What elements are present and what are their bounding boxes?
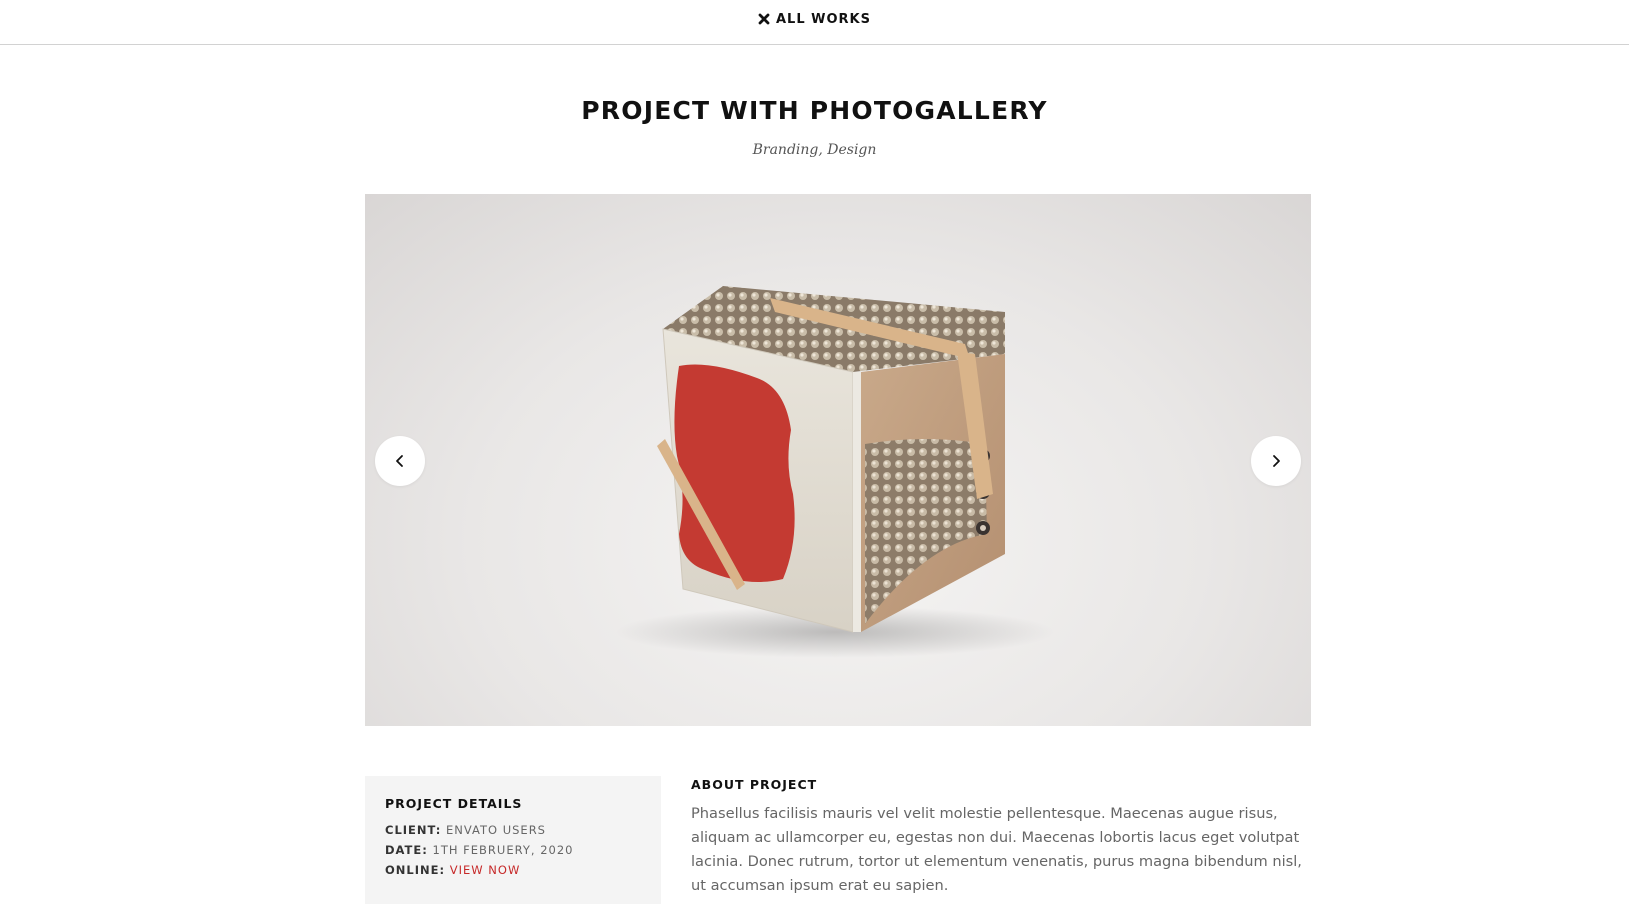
project-details-heading: PROJECT DETAILS <box>385 796 523 811</box>
gallery-next-button[interactable] <box>1251 436 1301 486</box>
top-bar: ALL WORKS <box>0 0 1629 45</box>
chevron-right-icon <box>1273 455 1280 467</box>
close-icon <box>758 13 770 25</box>
all-works-label: ALL WORKS <box>776 11 871 27</box>
detail-date: DATE: 1TH FEBRUERY, 2020 <box>385 843 641 857</box>
detail-client: CLIENT: ENVATO USERS <box>385 823 641 837</box>
photo-gallery <box>365 194 1311 726</box>
about-project-heading: ABOUT PROJECT <box>691 777 818 792</box>
about-project-text: Phasellus facilisis mauris vel velit mol… <box>691 805 1302 894</box>
date-value: 1TH FEBRUERY, 2020 <box>432 843 574 857</box>
client-key: CLIENT: <box>385 823 442 837</box>
project-categories: Branding, Design <box>752 142 877 158</box>
chevron-left-icon <box>396 455 403 467</box>
client-value: ENVATO USERS <box>446 823 546 837</box>
online-key: ONLINE: <box>385 863 446 877</box>
about-project-section: ABOUT PROJECT Phasellus facilisis mauris… <box>691 777 1311 898</box>
gallery-prev-button[interactable] <box>375 436 425 486</box>
detail-online: ONLINE: VIEW NOW <box>385 863 641 877</box>
gallery-image <box>615 286 1055 658</box>
view-now-link[interactable]: VIEW NOW <box>450 863 521 877</box>
project-details-panel: PROJECT DETAILS CLIENT: ENVATO USERS DAT… <box>365 776 661 904</box>
page-title: PROJECT WITH PHOTOGALLERY <box>581 96 1048 125</box>
all-works-link[interactable]: ALL WORKS <box>758 12 871 27</box>
date-key: DATE: <box>385 843 428 857</box>
